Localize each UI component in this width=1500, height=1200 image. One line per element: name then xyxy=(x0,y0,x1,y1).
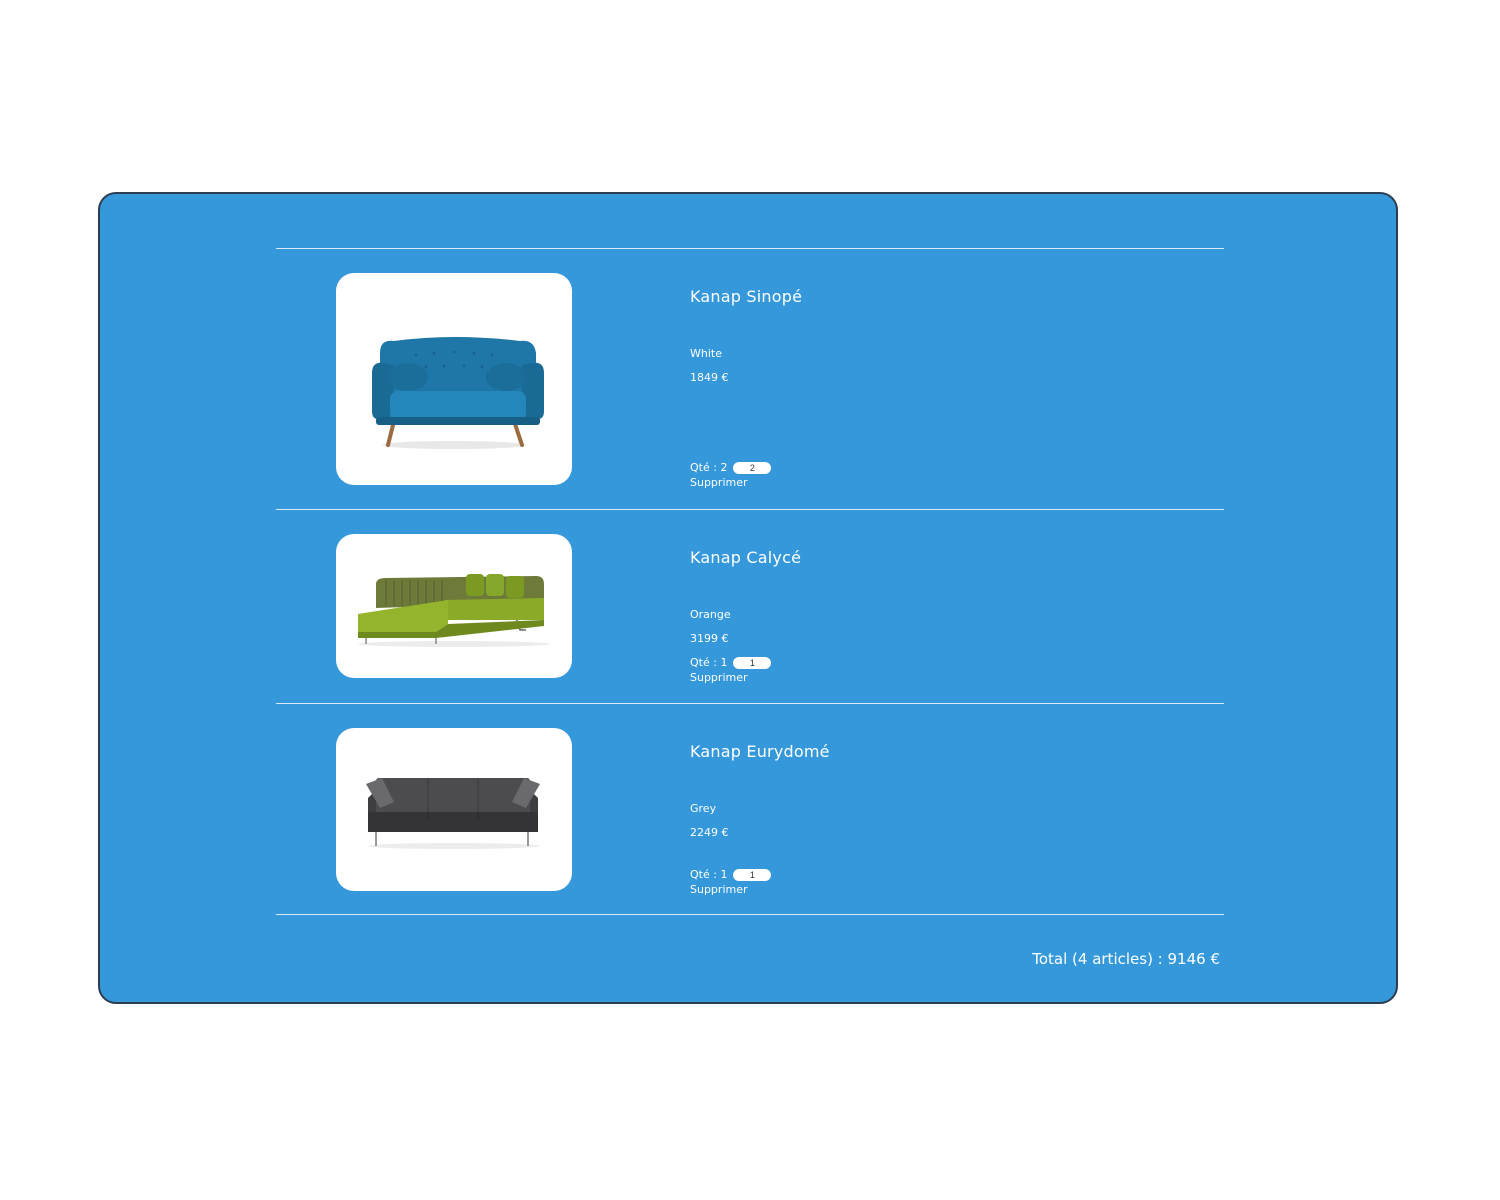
blue-sofa-image xyxy=(336,273,572,485)
product-name: Kanap Sinopé xyxy=(690,287,803,306)
quantity-row: Qté : 2 xyxy=(690,461,772,474)
delete-button[interactable]: Supprimer xyxy=(690,883,748,896)
cart-item: Kanap Sinopé White 1849 € Qté : 2 Suppri… xyxy=(276,249,1224,509)
grey-sofa-image xyxy=(336,728,572,891)
quantity-label: Qté : 1 xyxy=(690,868,728,881)
delete-button[interactable]: Supprimer xyxy=(690,671,748,684)
product-color: Orange xyxy=(690,608,731,621)
product-name: Kanap Eurydomé xyxy=(690,742,830,761)
quantity-label: Qté : 2 xyxy=(690,461,728,474)
cart-total: Total (4 articles) : 9146 € xyxy=(1032,950,1220,968)
product-color: White xyxy=(690,347,722,360)
divider xyxy=(276,914,1224,915)
quantity-input[interactable] xyxy=(733,868,772,881)
product-price: 1849 € xyxy=(690,371,729,384)
green-corner-sofa-image xyxy=(336,534,572,678)
product-price: 3199 € xyxy=(690,632,729,645)
cart-panel: Kanap Sinopé White 1849 € Qté : 2 Suppri… xyxy=(98,192,1398,1004)
cart-item: Kanap Calycé Orange 3199 € Qté : 1 Suppr… xyxy=(276,510,1224,703)
grey-sofa-icon xyxy=(366,778,540,849)
product-name: Kanap Calycé xyxy=(690,548,802,567)
cart-list: Kanap Sinopé White 1849 € Qté : 2 Suppri… xyxy=(276,248,1224,915)
cart-item: Kanap Eurydomé Grey 2249 € Qté : 1 Suppr… xyxy=(276,704,1224,914)
quantity-input[interactable] xyxy=(733,656,772,669)
product-price: 2249 € xyxy=(690,826,729,839)
quantity-row: Qté : 1 xyxy=(690,656,772,669)
quantity-input[interactable] xyxy=(733,461,772,474)
green-sofa-icon xyxy=(358,574,550,647)
quantity-row: Qté : 1 xyxy=(690,868,772,881)
product-color: Grey xyxy=(690,802,717,815)
delete-button[interactable]: Supprimer xyxy=(690,476,748,489)
quantity-label: Qté : 1 xyxy=(690,656,728,669)
blue-sofa-icon xyxy=(372,337,544,449)
